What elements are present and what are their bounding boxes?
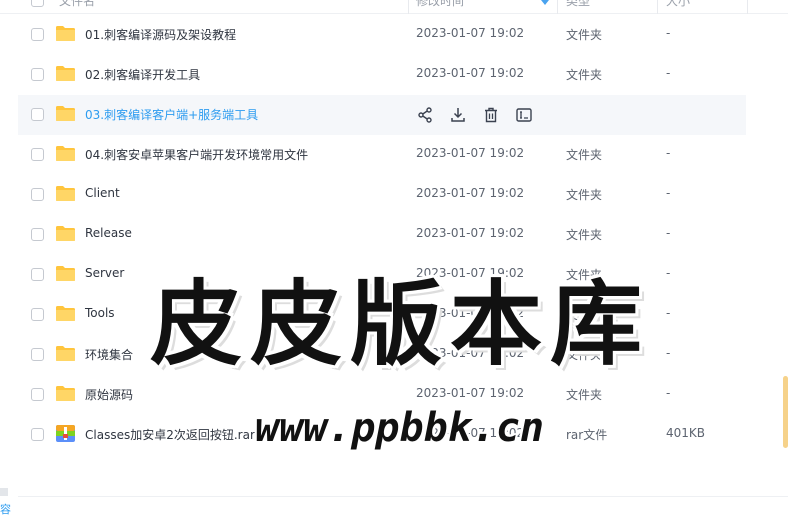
file-name[interactable]: 02.刺客编译开发工具 [85,66,200,83]
file-size: - [666,146,671,160]
file-row[interactable]: Client 2023-01-07 19:02 文件夹 - [18,175,746,215]
file-modified-date: 2023-01-07 19:02 [416,306,525,320]
file-size: - [666,306,671,320]
file-size: - [666,66,671,80]
delete-icon[interactable] [482,106,500,124]
row-checkbox[interactable] [31,228,44,241]
folder-icon [55,345,76,362]
row-checkbox[interactable] [31,428,44,441]
row-checkbox[interactable] [31,308,44,321]
file-row[interactable]: 04.刺客安卓苹果客户端开发环境常用文件 2023-01-07 19:02 文件夹 - [18,135,746,175]
column-divider [408,0,409,14]
share-icon[interactable] [416,106,434,124]
row-checkbox[interactable] [31,148,44,161]
column-divider [657,0,658,14]
file-row[interactable]: Tools 2023-01-07 19:02 文件夹 - [18,295,746,335]
file-size: - [666,386,671,400]
file-type: rar文件 [566,428,608,442]
file-modified-date: 2023-01-07 19:02 [416,426,525,440]
file-size: 401KB [666,426,706,440]
folder-icon [55,185,76,202]
file-type: 文件夹 [566,388,603,402]
file-name[interactable]: 03.刺客编译客户端+服务端工具 [85,106,258,123]
file-modified-date: 2023-01-07 19:02 [416,386,525,400]
column-divider [747,0,748,14]
folder-icon [55,265,76,282]
folder-icon [55,105,76,122]
column-header-modified[interactable]: 修改时间 [416,0,464,14]
rar-archive-icon [55,425,76,442]
file-row[interactable]: 环境集合 2023-01-07 19:02 文件夹 - [18,335,746,375]
file-size: - [666,186,671,200]
row-checkbox[interactable] [31,188,44,201]
file-row[interactable]: Server 2023-01-07 19:02 文件夹 - [18,255,746,295]
download-icon[interactable] [449,106,467,124]
file-name[interactable]: 01.刺客编译源码及架设教程 [85,26,236,43]
file-size: - [666,226,671,240]
file-size: - [666,26,671,40]
select-all-checkbox[interactable] [31,0,44,7]
row-checkbox[interactable] [31,268,44,281]
folder-icon [55,145,76,162]
folder-icon [55,225,76,242]
file-modified-date: 2023-01-07 19:02 [416,346,525,360]
file-type: 文件夹 [566,308,603,322]
file-name[interactable]: Server [85,266,124,280]
file-list-header: 文件名 修改时间 类型 大小 [0,0,788,14]
file-name[interactable]: Tools [85,306,115,320]
row-checkbox[interactable] [31,28,44,41]
bottom-left-label[interactable]: 容 [0,501,11,516]
file-modified-date: 2023-01-07 19:02 [416,186,525,200]
side-scroll-handle[interactable] [783,376,788,448]
file-type: 文件夹 [566,348,603,362]
left-panel-edge [0,488,8,496]
folder-icon [55,385,76,402]
file-type: 文件夹 [566,28,603,42]
file-name[interactable]: 原始源码 [85,386,133,403]
file-modified-date: 2023-01-07 19:02 [416,146,525,160]
folder-icon [55,65,76,82]
file-type: 文件夹 [566,228,603,242]
file-type: 文件夹 [566,68,603,82]
file-size: - [666,346,671,360]
row-checkbox[interactable] [31,108,44,121]
rename-icon[interactable] [515,106,533,124]
file-modified-date: 2023-01-07 19:02 [416,66,525,80]
column-header-size[interactable]: 大小 [666,0,690,14]
file-row[interactable]: 03.刺客编译客户端+服务端工具 [18,95,746,135]
file-row[interactable]: Release 2023-01-07 19:02 文件夹 - [18,215,746,255]
column-divider [557,0,558,14]
file-modified-date: 2023-01-07 19:02 [416,26,525,40]
sort-desc-icon[interactable] [541,0,549,5]
row-checkbox[interactable] [31,68,44,81]
file-size: - [666,266,671,280]
file-name[interactable]: Release [85,226,132,240]
row-checkbox[interactable] [31,348,44,361]
row-checkbox[interactable] [31,388,44,401]
folder-icon [55,305,76,322]
file-modified-date: 2023-01-07 19:02 [416,226,525,240]
file-type: 文件夹 [566,148,603,162]
folder-icon [55,25,76,42]
column-header-type[interactable]: 类型 [566,0,590,14]
file-row[interactable]: 01.刺客编译源码及架设教程 2023-01-07 19:02 文件夹 - [18,15,746,55]
file-name[interactable]: Client [85,186,120,200]
file-type: 文件夹 [566,188,603,202]
file-name[interactable]: 环境集合 [85,346,133,363]
file-row[interactable]: Classes加安卓2次返回按钮.rar 2023-01-07 19:02 rar文… [18,415,746,455]
file-row[interactable]: 原始源码 2023-01-07 19:02 文件夹 - [18,375,746,415]
file-modified-date: 2023-01-07 19:02 [416,266,525,280]
file-row[interactable]: 02.刺客编译开发工具 2023-01-07 19:02 文件夹 - [18,55,746,95]
file-type: 文件夹 [566,268,603,282]
column-header-name[interactable]: 文件名 [59,0,95,14]
file-name[interactable]: Classes加安卓2次返回按钮.rar [85,426,255,443]
list-bottom-divider [18,496,788,497]
file-name[interactable]: 04.刺客安卓苹果客户端开发环境常用文件 [85,146,308,163]
